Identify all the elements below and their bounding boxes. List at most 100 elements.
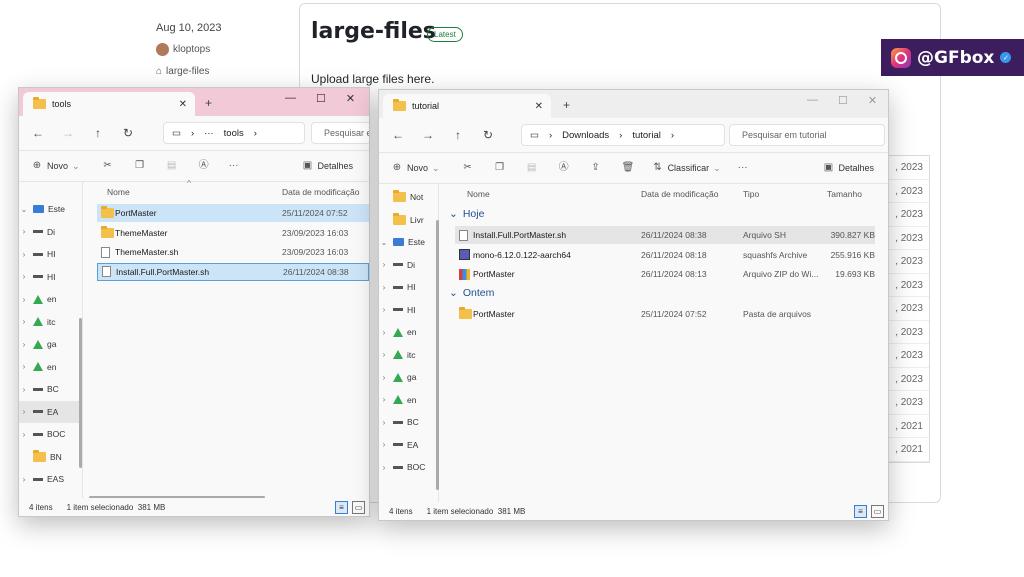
release-author[interactable]: kloptops: [156, 43, 210, 56]
nav-item[interactable]: › itc: [379, 344, 438, 367]
paste-icon[interactable]: ▤: [526, 162, 538, 174]
cut-icon[interactable]: ✂: [102, 160, 114, 172]
file-row[interactable]: Install.Full.PortMaster.sh 26/11/2024 08:…: [455, 226, 875, 244]
minimize-button[interactable]: —: [807, 94, 818, 107]
nav-item[interactable]: › BC: [379, 411, 438, 434]
details-button[interactable]: ▣ Detalhes: [301, 160, 353, 172]
up-button[interactable]: ↑: [83, 126, 113, 140]
search-input[interactable]: Pesquisar em tutorial: [729, 124, 885, 146]
author-name[interactable]: kloptops: [173, 44, 210, 55]
minimize-button[interactable]: —: [285, 92, 296, 105]
nav-scrollbar[interactable]: [436, 220, 439, 490]
close-tab-icon[interactable]: ✕: [179, 99, 187, 110]
rename-icon[interactable]: Ⓐ: [198, 160, 210, 172]
release-title[interactable]: large-files: [311, 19, 436, 44]
nav-item[interactable]: › HI: [379, 276, 438, 299]
chevron-right-icon[interactable]: ›: [379, 463, 389, 472]
breadcrumb-tools[interactable]: tools: [224, 128, 244, 139]
chevron-right-icon[interactable]: ›: [379, 283, 389, 292]
more-icon[interactable]: ···: [228, 160, 240, 172]
nav-item[interactable]: › EAS: [19, 468, 82, 491]
nav-item[interactable]: › en: [19, 356, 82, 379]
chevron-right-icon[interactable]: ›: [379, 418, 389, 427]
release-tag[interactable]: ⌂ large-files: [156, 66, 209, 77]
nav-item[interactable]: › Di: [379, 254, 438, 277]
nav-item[interactable]: › BOC: [19, 423, 82, 446]
refresh-button[interactable]: ↻: [113, 126, 143, 140]
chevron-right-icon[interactable]: ›: [19, 362, 29, 371]
details-button[interactable]: ▣ Detalhes: [822, 162, 874, 174]
back-button[interactable]: ←: [23, 126, 53, 140]
new-tab-button[interactable]: +: [205, 96, 212, 110]
file-row[interactable]: PortMaster 25/11/2024 07:52 Pasta de arqui…: [455, 305, 875, 323]
forward-button[interactable]: →: [53, 126, 83, 140]
address-bar[interactable]: ▭ › Downloads › tutorial ›: [521, 124, 725, 146]
up-button[interactable]: ↑: [443, 128, 473, 142]
details-view-button[interactable]: ≡: [335, 501, 348, 514]
tab-tutorial[interactable]: tutorial ✕: [383, 94, 551, 118]
chevron-right-icon[interactable]: ›: [379, 328, 389, 337]
close-tab-icon[interactable]: ✕: [535, 101, 543, 112]
nav-item[interactable]: ⌄ Este: [19, 198, 82, 221]
breadcrumb-downloads[interactable]: Downloads: [562, 130, 609, 141]
file-row[interactable]: ThemeMaster 23/09/2023 16:03: [97, 224, 369, 242]
file-row[interactable]: Install.Full.PortMaster.sh 26/11/2024 08:…: [97, 262, 369, 281]
chevron-right-icon[interactable]: ›: [19, 385, 29, 394]
cut-icon[interactable]: ✂: [462, 162, 474, 174]
rename-icon[interactable]: Ⓐ: [558, 162, 570, 174]
column-modified[interactable]: Data de modificação: [282, 187, 360, 197]
close-button[interactable]: ✕: [868, 94, 877, 107]
column-size[interactable]: Tamanho: [827, 189, 862, 199]
nav-item[interactable]: › HI: [19, 243, 82, 266]
new-button[interactable]: ⊕ Novo ⌄: [31, 160, 80, 172]
more-icon[interactable]: ···: [737, 162, 749, 174]
column-type[interactable]: Tipo: [743, 189, 759, 199]
file-row[interactable]: PortMaster 26/11/2024 08:13 Arquivo ZIP do…: [455, 265, 875, 283]
address-bar[interactable]: ▭ › ··· tools ›: [163, 122, 305, 144]
nav-item[interactable]: › en: [19, 288, 82, 311]
nav-item[interactable]: › BOC: [379, 456, 438, 479]
nav-item[interactable]: › BC: [19, 378, 82, 401]
file-row[interactable]: ThemeMaster.sh 23/09/2023 16:03: [97, 243, 369, 261]
maximize-button[interactable]: ☐: [838, 94, 848, 107]
tag-name[interactable]: large-files: [166, 66, 209, 77]
nav-scrollbar[interactable]: [79, 318, 82, 468]
nav-item[interactable]: › ga: [19, 333, 82, 356]
delete-icon[interactable]: 🗑: [622, 162, 635, 174]
tiles-view-button[interactable]: ▭: [871, 505, 884, 518]
chevron-right-icon[interactable]: ›: [19, 430, 29, 439]
nav-item[interactable]: › ga: [379, 366, 438, 389]
nav-item[interactable]: › itc: [19, 311, 82, 334]
nav-item[interactable]: › EA: [379, 434, 438, 457]
copy-icon[interactable]: ❐: [134, 160, 146, 172]
paste-icon[interactable]: ▤: [166, 160, 178, 172]
forward-button[interactable]: →: [413, 128, 443, 142]
chevron-right-icon[interactable]: ›: [379, 373, 389, 382]
nav-item[interactable]: › HI: [19, 266, 82, 289]
file-row[interactable]: mono-6.12.0.122-aarch64 26/11/2024 08:18 s…: [455, 246, 875, 264]
nav-item[interactable]: › HI: [379, 299, 438, 322]
breadcrumb-overflow[interactable]: ···: [204, 128, 214, 139]
chevron-right-icon[interactable]: ›: [19, 272, 29, 281]
group-header[interactable]: ⌄ Ontem: [449, 287, 494, 299]
chevron-right-icon[interactable]: ›: [379, 350, 389, 359]
sort-button[interactable]: ⇅ Classificar ⌄: [652, 162, 720, 174]
chevron-right-icon[interactable]: ›: [19, 475, 29, 484]
chevron-right-icon[interactable]: ›: [379, 305, 389, 314]
group-header[interactable]: ⌄ Hoje: [449, 208, 484, 220]
chevron-right-icon[interactable]: ›: [19, 317, 29, 326]
chevron-right-icon[interactable]: ⌄: [379, 238, 389, 247]
nav-item[interactable]: ⌄ Este: [379, 231, 438, 254]
chevron-right-icon[interactable]: ›: [379, 395, 389, 404]
breadcrumb-tutorial[interactable]: tutorial: [632, 130, 661, 141]
column-name[interactable]: Nome: [467, 189, 490, 199]
chevron-right-icon[interactable]: ›: [19, 340, 29, 349]
column-name[interactable]: Nome: [107, 187, 130, 197]
nav-item[interactable]: › en: [379, 321, 438, 344]
details-view-button[interactable]: ≡: [854, 505, 867, 518]
nav-item[interactable]: › en: [379, 389, 438, 412]
search-input[interactable]: Pesquisar e: [311, 122, 369, 144]
chevron-right-icon[interactable]: ›: [379, 440, 389, 449]
share-icon[interactable]: ⇪: [590, 162, 602, 174]
back-button[interactable]: ←: [383, 128, 413, 142]
